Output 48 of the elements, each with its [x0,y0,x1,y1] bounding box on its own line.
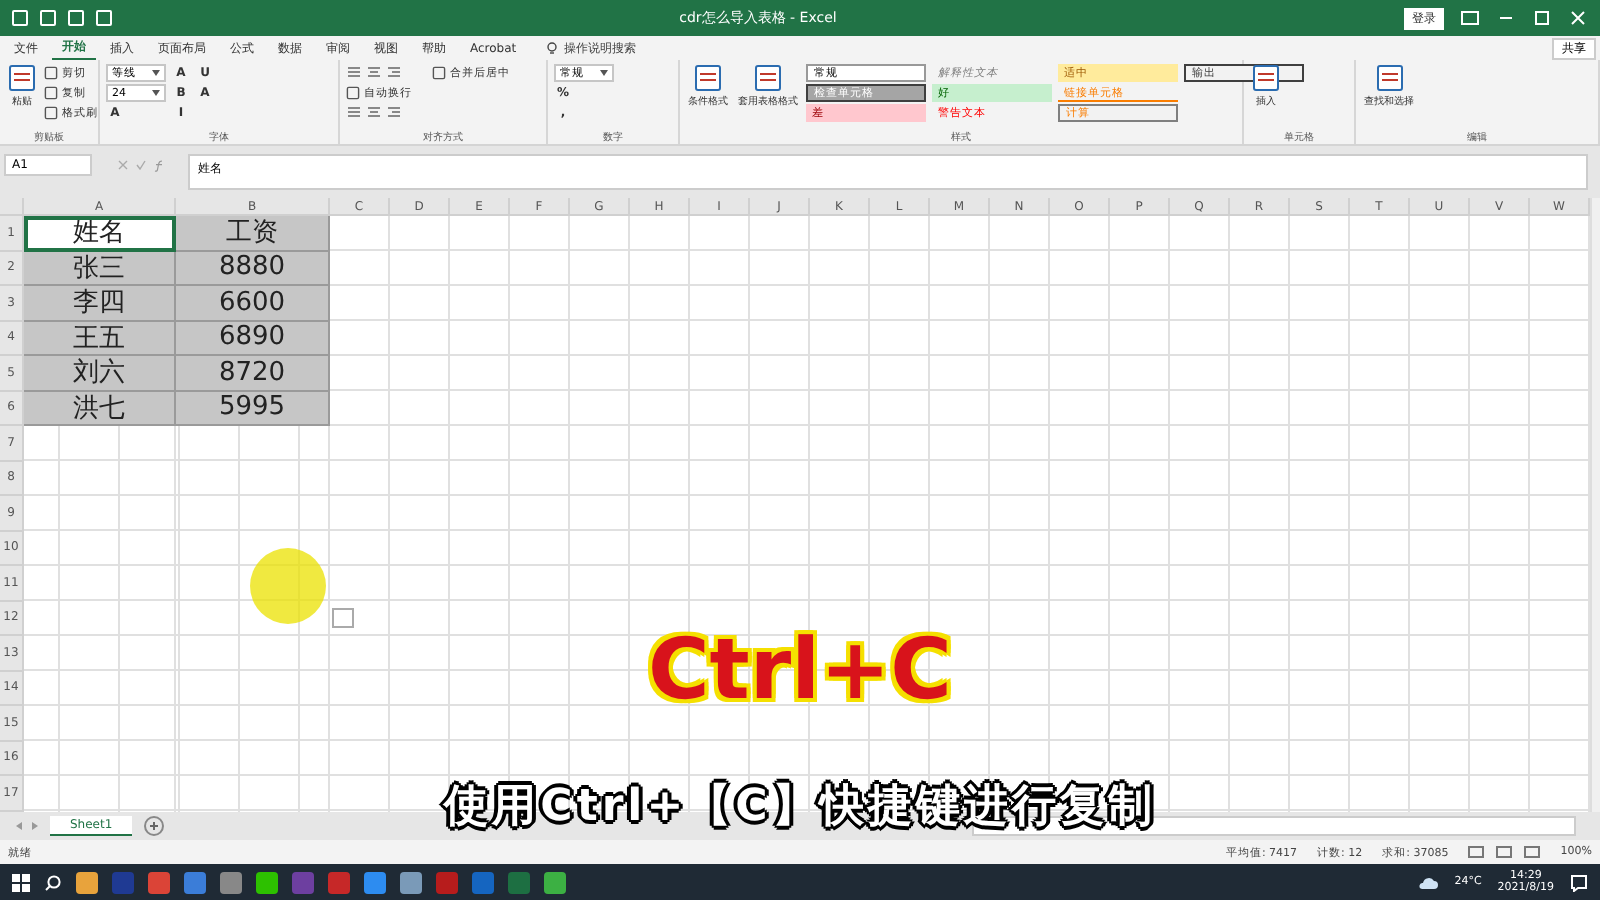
taskbar-app-icon[interactable] [184,871,206,893]
table-cell[interactable]: 张三 [24,251,176,286]
search-icon[interactable] [44,873,62,891]
taskbar-app-icon[interactable] [364,871,386,893]
square-icon [346,86,360,100]
table-cell[interactable]: 李四 [24,286,176,321]
taskbar-app-icon[interactable] [220,871,242,893]
close-icon[interactable] [1568,10,1588,26]
table-cell[interactable]: 8720 [176,356,330,391]
table-cell[interactable]: 6600 [176,286,330,321]
next-sheet-icon[interactable] [32,822,38,830]
square-icon [44,66,58,80]
ribbon-display-icon[interactable] [1460,10,1480,26]
taskbar-app-icon[interactable] [148,871,170,893]
table-cell[interactable]: 刘六 [24,356,176,391]
caret-icon [152,70,160,76]
table-cell[interactable]: 王五 [24,321,176,356]
page-break-icon[interactable] [1524,846,1541,858]
table-cell[interactable]: 6890 [176,321,330,356]
caret-icon [600,70,608,76]
notification-icon[interactable] [1570,873,1588,891]
vertical-scrollbar[interactable] [1590,198,1600,812]
maximize-icon[interactable] [1532,10,1552,26]
cloud-icon [1418,875,1439,889]
cursor-highlight-drawing [250,548,326,624]
lightbulb-icon [546,41,559,55]
subtitle-caption: 使用Ctrl+【C】快捷键进行复制 [444,776,1156,836]
square-icon [44,86,58,100]
table-cell[interactable]: 5995 [176,391,330,426]
square-icon [44,106,58,120]
square-icon [432,66,446,80]
windows-start-icon[interactable] [12,873,30,891]
taskbar-app-icon[interactable] [256,871,278,893]
paste-options-icon[interactable] [332,608,354,628]
shortcut-caption: Ctrl+C [647,620,953,718]
taskbar-app-icon[interactable] [400,871,422,893]
table-cell[interactable]: 姓名 [24,216,176,251]
caret-icon [152,90,160,96]
add-sheet-icon[interactable] [144,816,165,836]
normal-view-icon[interactable] [1468,846,1485,858]
prev-sheet-icon[interactable] [16,822,22,830]
table-cell[interactable]: 洪七 [24,391,176,426]
function-icon[interactable] [153,159,163,171]
table-cell[interactable]: 工资 [176,216,330,251]
taskbar-app-icon[interactable] [544,871,566,893]
table-cell[interactable]: 8880 [176,251,330,286]
page-layout-icon[interactable] [1496,846,1513,858]
taskbar-app-icon[interactable] [76,871,98,893]
